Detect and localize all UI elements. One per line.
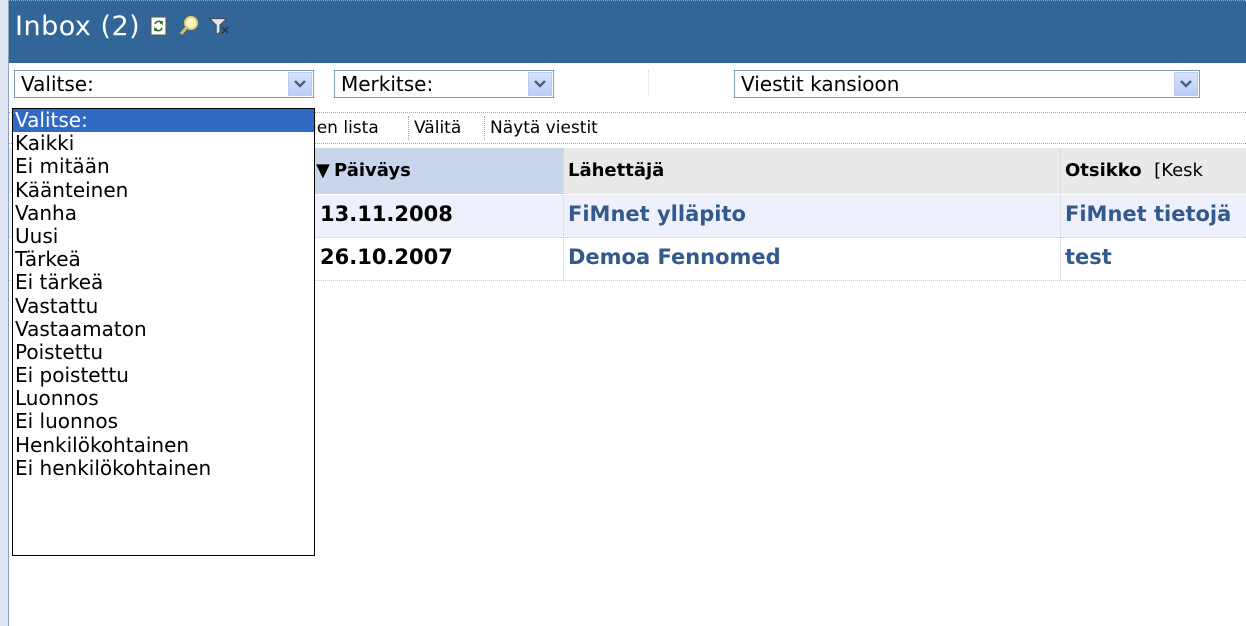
left-border-strip — [0, 0, 8, 626]
dropdown-option[interactable]: Uusi — [13, 224, 314, 248]
column-header-date[interactable]: Päiväys — [334, 160, 411, 181]
sort-indicator-icon: ▼ — [316, 160, 330, 181]
dropdown-option[interactable]: Ei mitään — [13, 155, 314, 178]
folder-dropdown[interactable]: Viestit kansioon — [734, 70, 1200, 98]
dropdown-option[interactable]: Poistettu — [13, 340, 314, 364]
chevron-down-icon[interactable] — [288, 72, 312, 96]
mailbox-header: Inbox (2) — [9, 0, 1246, 63]
dropdown-option[interactable]: Henkilökohtainen — [13, 433, 314, 457]
dropdown-option[interactable]: Ei luonnos — [13, 410, 314, 433]
row-date: 13.11.2008 — [320, 202, 453, 226]
filter-icon[interactable] — [208, 15, 230, 37]
chevron-down-icon[interactable] — [1174, 72, 1198, 96]
select-dropdown[interactable]: Valitse: — [14, 70, 314, 98]
column-header-subject[interactable]: Otsikko [Kesk — [1065, 160, 1203, 181]
dropdown-option[interactable]: Kaikki — [13, 132, 314, 155]
select-dropdown-list[interactable]: Valitse: Kaikki Ei mitään Käänteinen Van… — [12, 108, 315, 556]
row-subject-link[interactable]: FiMnet tietojä — [1065, 202, 1231, 226]
show-messages-link[interactable]: Näytä viestit — [490, 118, 598, 138]
column-header-sender[interactable]: Lähettäjä — [568, 160, 664, 181]
folder-dropdown-value: Viestit kansioon — [741, 72, 900, 96]
forward-link[interactable]: Välitä — [414, 118, 461, 138]
dropdown-option[interactable]: Käänteinen — [13, 178, 314, 202]
chevron-down-icon[interactable] — [528, 72, 552, 96]
dropdown-option[interactable]: Ei tärkeä — [13, 271, 314, 294]
mail-window: { "header": { "title": "Inbox (2)", "ico… — [0, 0, 1246, 626]
dropdown-option[interactable]: Ei henkilökohtainen — [13, 456, 314, 480]
dropdown-option[interactable]: Luonnos — [13, 387, 314, 410]
row-date: 26.10.2007 — [320, 245, 453, 269]
column-divider — [563, 148, 565, 280]
copy-button[interactable]: Kopioi — [655, 72, 706, 92]
dropdown-option[interactable]: Valitse: — [13, 109, 314, 133]
dropdown-option[interactable]: Ei poistettu — [13, 363, 314, 387]
select-dropdown-value: Valitse: — [21, 72, 94, 96]
toolbar-separator — [648, 70, 650, 96]
column-divider — [1060, 148, 1062, 280]
mailbox-title: Inbox (2) — [15, 10, 141, 42]
row-subject-link[interactable]: test — [1065, 245, 1112, 269]
mark-dropdown-value: Merkitse: — [341, 72, 434, 96]
list-link[interactable]: jen lista — [312, 118, 379, 138]
toolbar-separator — [408, 116, 409, 140]
row-sender-link[interactable]: Demoa Fennomed — [568, 245, 781, 269]
title-row: Inbox (2) — [15, 7, 230, 45]
dropdown-option[interactable]: Vastattu — [13, 294, 314, 318]
refresh-icon[interactable] — [148, 15, 170, 37]
dropdown-option[interactable]: Vastaamaton — [13, 317, 314, 341]
toolbar-separator — [484, 116, 485, 140]
search-icon[interactable] — [178, 15, 200, 37]
column-header-subject-suffix: [Kesk — [1154, 160, 1203, 181]
left-border-line — [8, 0, 9, 626]
row-sender-link[interactable]: FiMnet ylläpito — [568, 202, 746, 226]
dropdown-option[interactable]: Vanha — [13, 201, 314, 225]
column-header-subject-label: Otsikko — [1065, 160, 1142, 181]
move-button[interactable]: Siirrä — [579, 72, 623, 92]
dropdown-option[interactable]: Tärkeä — [13, 248, 314, 271]
mark-dropdown[interactable]: Merkitse: — [334, 70, 554, 98]
